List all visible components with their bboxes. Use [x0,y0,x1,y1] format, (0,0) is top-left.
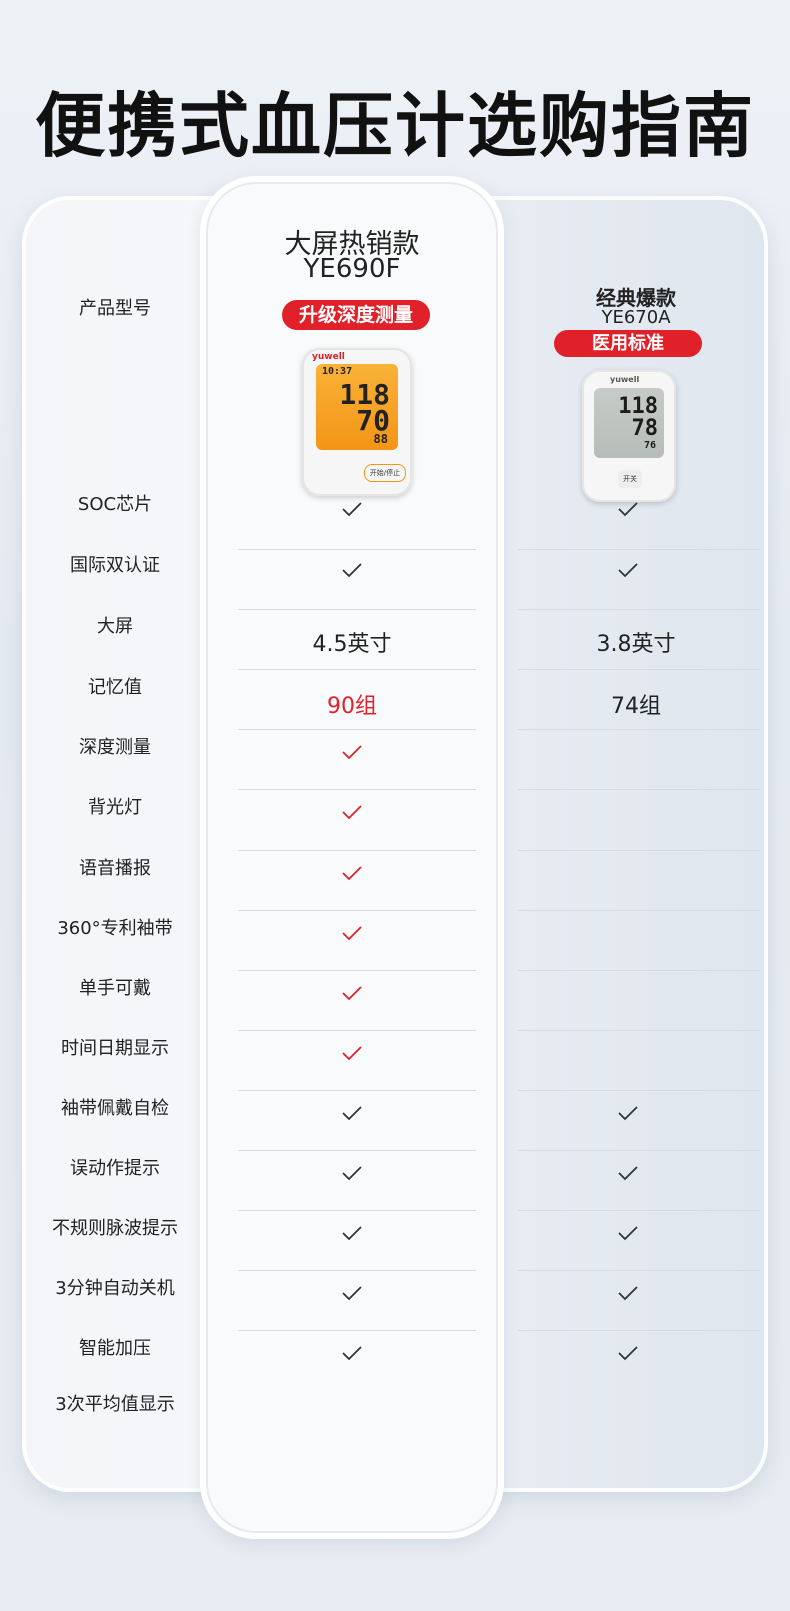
row-divider [518,1330,760,1331]
check-red-icon [342,805,362,820]
row-label: 智能加压 [79,1338,151,1359]
col-a-screen-size: 4.5英寸 [312,632,392,657]
row-divider [518,1090,760,1091]
row-divider [238,970,476,971]
device-screen-lcd: 118 78 76 [594,388,664,458]
row-divider [238,789,476,790]
row-divider [518,549,760,550]
row-label: 语音播报 [79,858,151,879]
row-label: 深度测量 [79,737,151,758]
device-image-ye670a: yuwell 118 78 76 开关 [582,370,676,502]
row-divider [238,1090,476,1091]
row-label: 大屏 [97,616,133,637]
row-divider [238,1330,476,1331]
row-label: 记忆值 [88,677,142,698]
check-red-icon [342,986,362,1001]
check-red-icon [342,1046,362,1061]
check-icon [342,1346,362,1361]
row-divider [518,1210,760,1211]
col-b-badge: 医用标准 [554,330,702,357]
check-red-icon [342,866,362,881]
row-divider [518,1270,760,1271]
check-icon [342,563,362,578]
row-label: 背光灯 [88,797,142,818]
col-b-memory: 74组 [611,694,661,719]
start-stop-button: 开始/停止 [364,464,406,482]
row-label: 3次平均值显示 [55,1394,175,1415]
row-divider [518,609,760,610]
row-label: 时间日期显示 [61,1038,169,1059]
row-divider [238,609,476,610]
row-divider [238,1030,476,1031]
row-divider [238,549,476,550]
col-a-badge: 升级深度测量 [282,300,430,330]
row-label: 单手可戴 [79,978,151,999]
col-a-memory: 90组 [327,694,377,719]
device-screen: 10:37 118 70 88 [316,364,398,450]
check-icon [342,502,362,517]
row-label: 袖带佩戴自检 [61,1098,169,1119]
row-divider [238,729,476,730]
row-label: 360°专利袖带 [57,918,173,939]
col-b-screen-size: 3.8英寸 [596,632,676,657]
page-title: 便携式血压计选购指南 [35,85,755,167]
check-icon [618,1346,638,1361]
check-icon [342,1166,362,1181]
check-icon [618,563,638,578]
col-a-model: YE690F [303,254,401,284]
check-icon [342,1226,362,1241]
row-divider [238,1270,476,1271]
row-divider [518,1030,760,1031]
device-image-ye690f: yuwell 10:37 118 70 88 开始/停止 [302,348,412,496]
row-label: 不规则脉波提示 [52,1218,178,1239]
row-label: SOC芯片 [77,494,153,515]
row-label: 国际双认证 [70,555,160,576]
col-b-model: YE670A [601,307,671,328]
check-icon [618,1286,638,1301]
power-button: 开关 [618,470,642,488]
check-red-icon [342,745,362,760]
row-divider [518,669,760,670]
row-divider [238,1210,476,1211]
check-icon [618,1226,638,1241]
row-divider [238,910,476,911]
row-divider [518,850,760,851]
row-divider [518,729,760,730]
row-divider [238,1150,476,1151]
row-divider [518,1150,760,1151]
check-icon [342,1106,362,1121]
brand-logo: yuwell [312,352,345,362]
row-divider [518,789,760,790]
row-label: 误动作提示 [70,1158,160,1179]
check-icon [342,1286,362,1301]
check-icon [618,1166,638,1181]
row-label: 产品型号 [79,298,151,319]
check-red-icon [342,926,362,941]
check-icon [618,502,638,517]
check-icon [618,1106,638,1121]
row-divider [518,910,760,911]
row-label: 3分钟自动关机 [55,1278,175,1299]
row-divider [238,669,476,670]
row-divider [518,970,760,971]
row-divider [238,850,476,851]
